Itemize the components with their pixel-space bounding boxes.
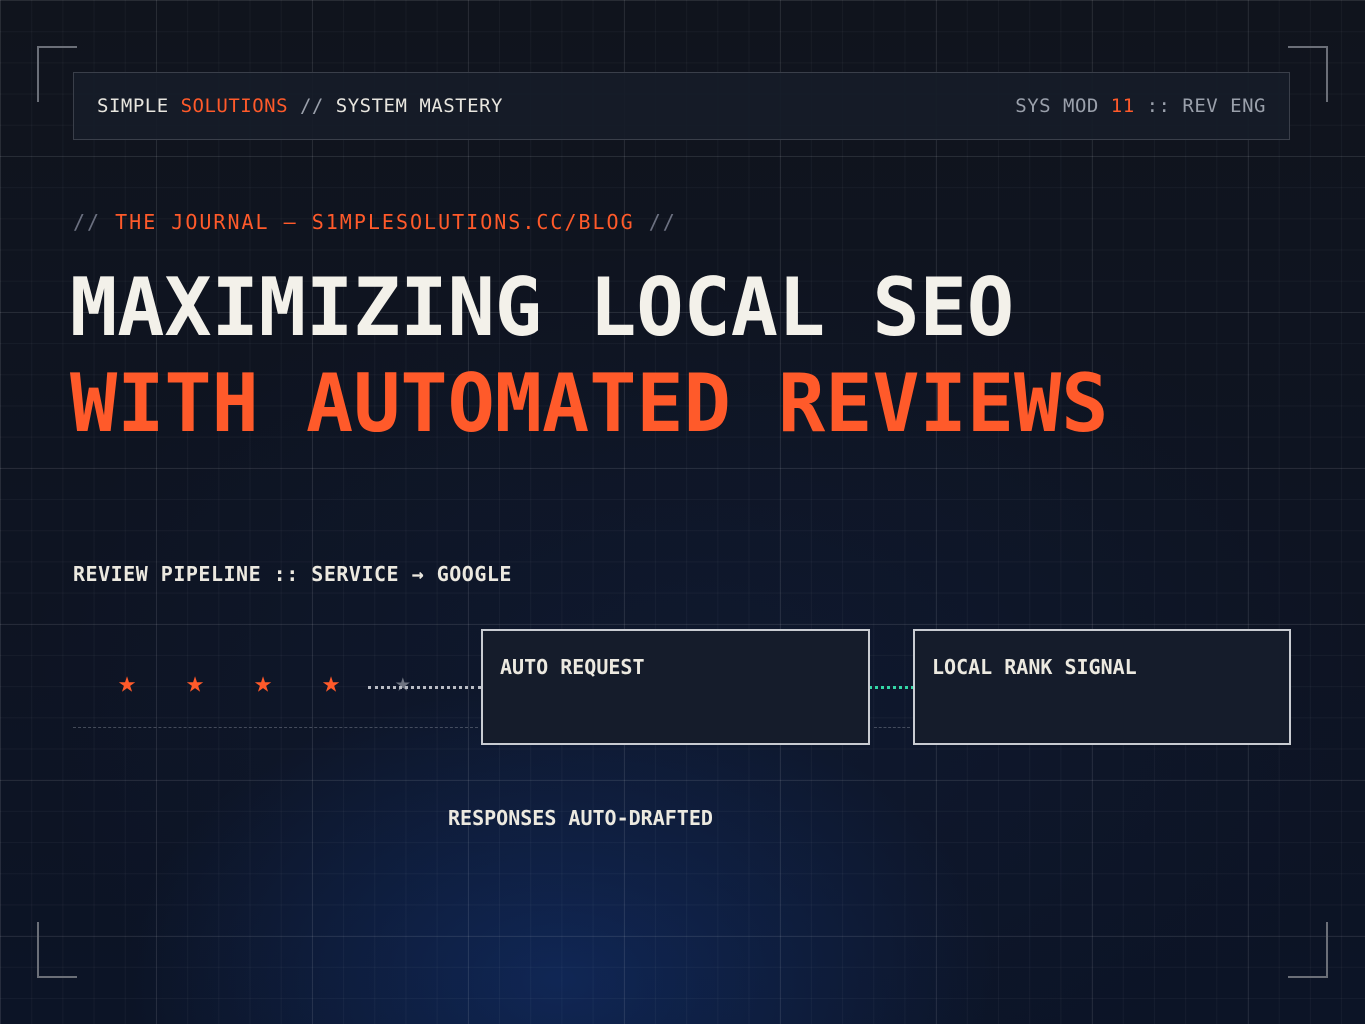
pipeline-baseline-segment: [874, 727, 910, 728]
page-title-line-2: WITH AUTOMATED REVIEWS: [70, 357, 1109, 450]
kicker-slash-right: //: [634, 210, 677, 234]
brand-simple: SIMPLE: [97, 95, 181, 117]
star-empty-icon: ★: [395, 668, 411, 698]
kicker-slash-left: //: [73, 210, 116, 234]
star-filled-icon: ★: [118, 665, 137, 700]
brand-solutions: SOLUTIONS: [180, 95, 289, 117]
corner-bracket-top-left: [37, 46, 77, 102]
system-module-label: SYS MOD 11 :: REV ENG: [1015, 95, 1266, 117]
sys-mod-prefix: SYS MOD: [1015, 95, 1111, 117]
star-filled-icon: ★: [186, 665, 205, 700]
node-local-rank-signal: LOCAL RANK SIGNAL: [913, 629, 1291, 745]
star-filled-icon: ★: [322, 665, 341, 700]
sys-mod-separator: ::: [1134, 95, 1183, 117]
connector-request-to-rank: [869, 686, 914, 689]
star-filled-icon: ★: [254, 665, 273, 700]
page-title-line-1: MAXIMIZING LOCAL SEO: [70, 261, 1015, 354]
kicker-text[interactable]: THE JOURNAL — S1MPLESOLUTIONS.CC/BLOG: [115, 210, 635, 234]
pipeline-baseline: [73, 727, 478, 728]
kicker-line: // THE JOURNAL — S1MPLESOLUTIONS.CC/BLOG…: [73, 210, 677, 234]
pipeline-label: REVIEW PIPELINE :: SERVICE → GOOGLE: [73, 562, 512, 586]
connector-stars-to-request: [368, 686, 481, 689]
corner-bracket-top-right: [1288, 46, 1328, 102]
brand-separator: //: [288, 95, 336, 117]
corner-bracket-bottom-left: [37, 922, 77, 978]
pipeline-note: RESPONSES AUTO-DRAFTED: [448, 806, 713, 830]
brand-tagline: SYSTEM MASTERY: [335, 95, 503, 117]
brand[interactable]: SIMPLE SOLUTIONS // SYSTEM MASTERY: [97, 95, 503, 117]
sys-mod-suffix: REV ENG: [1182, 95, 1266, 117]
header-bar: SIMPLE SOLUTIONS // SYSTEM MASTERY SYS M…: [73, 72, 1290, 140]
sys-mod-number: 11: [1110, 95, 1135, 117]
grid-major: [0, 0, 1365, 1024]
corner-bracket-bottom-right: [1288, 922, 1328, 978]
node-auto-request: AUTO REQUEST: [481, 629, 870, 745]
